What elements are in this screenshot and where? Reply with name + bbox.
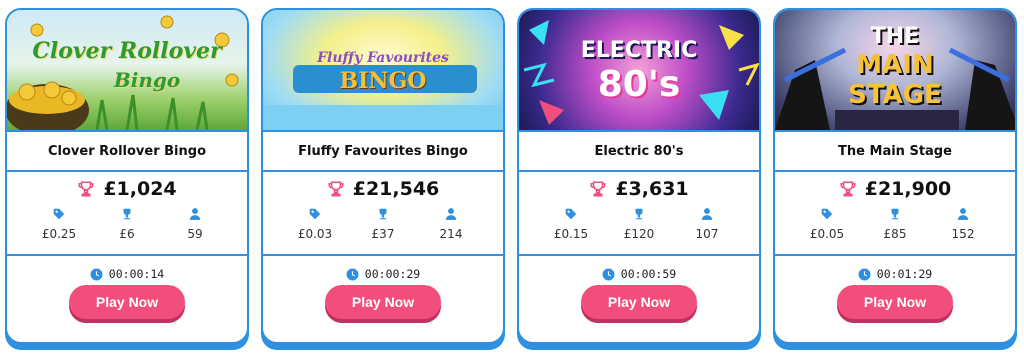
ticket-price-stat: £0.25 (29, 207, 89, 247)
game-stats: £0.03 £37 214 (263, 207, 503, 247)
price-tag-icon (821, 208, 833, 220)
prize-value: £37 (371, 227, 395, 241)
game-name: Fluffy Favourites Bingo (263, 130, 503, 172)
play-now-button[interactable]: Play Now (837, 285, 953, 319)
game-name: The Main Stage (775, 130, 1015, 172)
game-card-the-main-stage[interactable]: THE MAIN STAGE The Main Stage £21,900 £0… (773, 8, 1017, 344)
user-icon (189, 208, 201, 220)
divider (775, 254, 1015, 256)
game-banner-image[interactable]: ELECTRIC 80's (519, 10, 759, 130)
divider (263, 254, 503, 256)
prize-value: £6 (119, 227, 135, 241)
ticket-price-stat: £0.03 (285, 207, 345, 247)
game-stats: £0.25 £6 59 (7, 207, 247, 247)
banner-title: Clover Rollover (32, 38, 222, 64)
players-stat: 107 (677, 207, 737, 247)
game-banner-image[interactable]: Clover Rollover Bingo (7, 10, 247, 130)
players-value: 214 (439, 227, 463, 241)
banner-subtitle: Bingo (113, 68, 181, 92)
game-stats: £0.15 £120 107 (519, 207, 759, 247)
trophy-icon (78, 181, 94, 197)
clock-icon (602, 268, 615, 280)
ticket-price-value: £0.25 (41, 227, 77, 241)
prize-stat: £85 (865, 207, 925, 247)
clock-icon (90, 268, 103, 280)
countdown-timer: 00:00:59 (519, 266, 759, 282)
prize-stat: £37 (353, 207, 413, 247)
prize-stat: £6 (97, 207, 157, 247)
banner-title-line-2: MAIN (856, 50, 934, 80)
timer-value: 00:01:29 (876, 267, 933, 281)
game-stats: £0.05 £85 152 (775, 207, 1015, 247)
players-stat: 152 (933, 207, 993, 247)
prize-stat: £120 (609, 207, 669, 247)
trophy-icon (840, 181, 856, 197)
banner-subtitle: BINGO (339, 68, 427, 94)
players-stat: 214 (421, 207, 481, 247)
user-icon (701, 208, 713, 220)
countdown-timer: 00:01:29 (775, 266, 1015, 282)
prize-value: £120 (623, 227, 655, 241)
divider (519, 254, 759, 256)
user-icon (957, 208, 969, 220)
trophy-icon (328, 181, 344, 197)
user-icon (445, 208, 457, 220)
countdown-timer: 00:00:29 (263, 266, 503, 282)
divider (7, 254, 247, 256)
ticket-price-stat: £0.15 (541, 207, 601, 247)
trophy-icon (891, 208, 899, 220)
banner-title-line-1: THE (870, 24, 920, 49)
ticket-price-value: £0.15 (553, 227, 589, 241)
trophy-icon (635, 208, 643, 220)
jackpot-amount: £3,631 (519, 176, 759, 202)
clock-icon (858, 268, 871, 280)
timer-value: 00:00:59 (620, 267, 677, 281)
game-card-clover-rollover-bingo[interactable]: Clover Rollover Bingo Clover Rollover Bi… (5, 8, 249, 344)
jackpot-amount: £21,900 (775, 176, 1015, 202)
price-tag-icon (565, 208, 577, 220)
players-value: 152 (951, 227, 975, 241)
play-now-button[interactable]: Play Now (69, 285, 185, 319)
game-name: Electric 80's (519, 130, 759, 172)
jackpot-amount: £1,024 (7, 176, 247, 202)
trophy-icon (590, 181, 606, 197)
timer-value: 00:00:29 (364, 267, 421, 281)
ticket-price-stat: £0.05 (797, 207, 857, 247)
game-name: Clover Rollover Bingo (7, 130, 247, 172)
banner-title: ELECTRIC (580, 38, 698, 63)
trophy-icon (123, 208, 131, 220)
clock-icon (346, 268, 359, 280)
game-banner-image[interactable]: THE MAIN STAGE (775, 10, 1015, 130)
game-banner-image[interactable]: Fluffy Favourites BINGO (263, 10, 503, 130)
ticket-price-value: £0.05 (809, 227, 845, 241)
jackpot-value: £3,631 (615, 178, 689, 200)
price-tag-icon (53, 208, 65, 220)
play-now-button[interactable]: Play Now (325, 285, 441, 319)
jackpot-value: £21,546 (352, 178, 440, 200)
jackpot-value: £1,024 (103, 178, 177, 200)
banner-title-line-3: STAGE (848, 80, 942, 110)
play-now-button[interactable]: Play Now (581, 285, 697, 319)
trophy-icon (379, 208, 387, 220)
ticket-price-value: £0.03 (297, 227, 333, 241)
price-tag-icon (309, 208, 321, 220)
banner-title: Fluffy Favourites (317, 50, 449, 66)
players-value: 107 (695, 227, 719, 241)
jackpot-amount: £21,546 (263, 176, 503, 202)
jackpot-value: £21,900 (864, 178, 952, 200)
game-card-fluffy-favourites-bingo[interactable]: Fluffy Favourites BINGO Fluffy Favourite… (261, 8, 505, 344)
countdown-timer: 00:00:14 (7, 266, 247, 282)
banner-subtitle: 80's (597, 64, 681, 105)
game-card-electric-80s[interactable]: ELECTRIC 80's Electric 80's £3,631 £0.15… (517, 8, 761, 344)
prize-value: £85 (883, 227, 907, 241)
players-stat: 59 (165, 207, 225, 247)
players-value: 59 (187, 227, 203, 241)
timer-value: 00:00:14 (108, 267, 165, 281)
